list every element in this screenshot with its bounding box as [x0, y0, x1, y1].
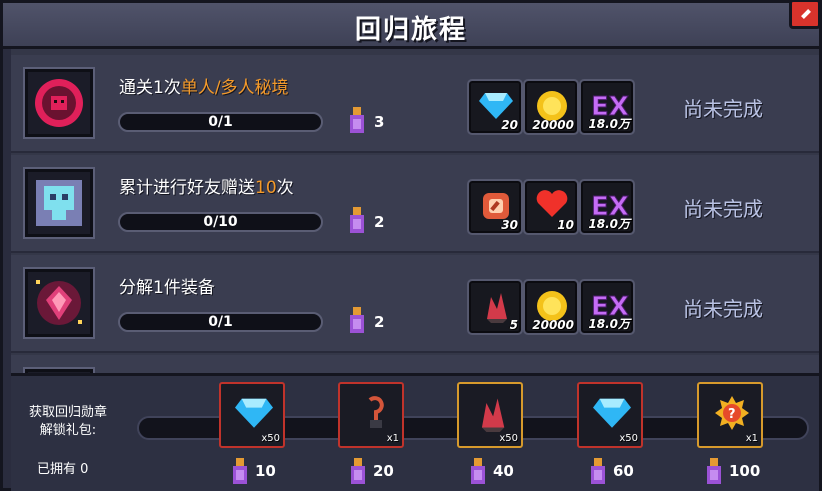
reward-qty: 20000: [532, 118, 574, 132]
blue-gem-icon: [235, 398, 273, 428]
reward-qty: 18.0万: [588, 317, 630, 331]
blue-gem-icon: [479, 93, 513, 119]
title-bar: 回归旅程: [3, 3, 819, 49]
reward-slot[interactable]: 30: [467, 179, 523, 235]
task-progress-bar: 0/1: [118, 112, 323, 132]
progress-text: 0/1: [208, 314, 233, 330]
reward-slot[interactable]: 20: [467, 79, 523, 135]
milestone-cost-value: 60: [613, 462, 634, 480]
milestone-gift-1[interactable]: x50: [219, 382, 285, 448]
medal-milestone-bar: 获取回归勋章解锁礼包: 已拥有 0 x50 x1 x50 x50 ? x1 10: [11, 373, 819, 491]
gift-count: x50: [619, 433, 638, 444]
milestone-gift-4[interactable]: x50: [577, 382, 643, 448]
task-icon-frame: [23, 267, 95, 339]
mystery-chest-icon: ?: [715, 396, 749, 430]
task-progress-bar: 0/10: [118, 212, 323, 232]
hook-item-icon: [368, 396, 384, 428]
return-medal-icon: [471, 458, 485, 484]
task-row: 分解1件装备 0/1 2 5 20000 EXP 18.0万 尚未完成: [11, 255, 819, 353]
task-description: 累计进行好友赠送10次: [119, 178, 294, 198]
owned-medal-count: 已拥有 0: [37, 462, 89, 477]
task-status: 尚未完成: [683, 97, 763, 121]
progress-text: 0/1: [208, 114, 233, 130]
return-medal-icon: [591, 458, 605, 484]
milestone-gift-5[interactable]: ? x1: [697, 382, 763, 448]
milestone-gift-2[interactable]: x1: [338, 382, 404, 448]
task-description: 分解1件装备: [119, 278, 215, 298]
progress-text: 0/10: [203, 214, 238, 230]
reward-slot[interactable]: 10: [523, 179, 579, 235]
reward-slot[interactable]: EXP 18.0万: [579, 79, 635, 135]
return-medal-icon: [233, 458, 247, 484]
reward-qty: 10: [557, 218, 574, 232]
reward-qty: 30: [501, 218, 518, 232]
task-row: [11, 355, 819, 373]
dungeon-portal-icon: [35, 79, 83, 127]
reward-slot[interactable]: EXP 18.0万: [579, 279, 635, 335]
reward-qty: 20000: [532, 318, 574, 332]
gift-count: x50: [261, 433, 280, 444]
return-medal-icon: [350, 107, 364, 133]
task-description: 通关1次单人/多人秘境: [119, 78, 289, 98]
friend-gift-icon: [36, 180, 82, 226]
reward-slot[interactable]: 5: [467, 279, 523, 335]
reward-qty: 20: [501, 118, 518, 132]
return-medal-icon: [350, 307, 364, 333]
reward-slot[interactable]: 20000: [523, 79, 579, 135]
gift-count: x1: [745, 433, 758, 444]
return-medal-icon: [351, 458, 365, 484]
reward-qty: 18.0万: [588, 217, 630, 231]
reward-slot[interactable]: EXP 18.0万: [579, 179, 635, 235]
page-title: 回归旅程: [354, 15, 467, 45]
reward-qty: 5: [509, 318, 518, 332]
task-status: 尚未完成: [683, 297, 763, 321]
task-row: 通关1次单人/多人秘境 0/1 3 20 20000 EXP 18.0万 尚未完…: [11, 55, 819, 153]
return-journey-panel: 回归旅程 通关1次单人/多人秘境 0/1 3 20 20000 EX 18.0万…: [0, 0, 822, 491]
task-row: 累计进行好友赠送10次 0/10 2 30 10 EXP 18.0万 尚未完成: [11, 155, 819, 253]
return-medal-icon: [707, 458, 721, 484]
return-medal-icon: [350, 207, 364, 233]
milestone-cost-value: 40: [493, 462, 514, 480]
task-list[interactable]: 通关1次单人/多人秘境 0/1 3 20 20000 EXP 18.0万 尚未完…: [11, 49, 819, 373]
medal-reward-count: 3: [374, 113, 385, 131]
gift-count: x50: [499, 433, 518, 444]
equipment-dismantle-icon: [36, 280, 82, 325]
medal-reward-count: 2: [374, 313, 385, 331]
task-icon-frame: [23, 167, 95, 239]
heart-icon: [536, 190, 568, 217]
svg-text:?: ?: [728, 407, 736, 422]
task-icon-frame: [23, 67, 95, 139]
milestone-gift-3[interactable]: x50: [457, 382, 523, 448]
milestone-cost-value: 20: [373, 462, 394, 480]
medal-reward-count: 2: [374, 213, 385, 231]
milestone-cost-value: 10: [255, 462, 276, 480]
red-crystal-icon: [487, 293, 507, 323]
milestone-cost-value: 100: [729, 462, 761, 480]
reward-qty: 18.0万: [588, 117, 630, 131]
close-button[interactable]: [789, 0, 821, 29]
gift-count: x1: [386, 433, 399, 444]
red-crystal-icon: [481, 398, 505, 432]
reward-slot[interactable]: 20000: [523, 279, 579, 335]
blue-gem-icon: [593, 398, 631, 428]
milestone-label: 获取回归勋章解锁礼包:: [28, 405, 107, 438]
task-progress-bar: 0/1: [118, 312, 323, 332]
task-status: 尚未完成: [683, 197, 763, 221]
